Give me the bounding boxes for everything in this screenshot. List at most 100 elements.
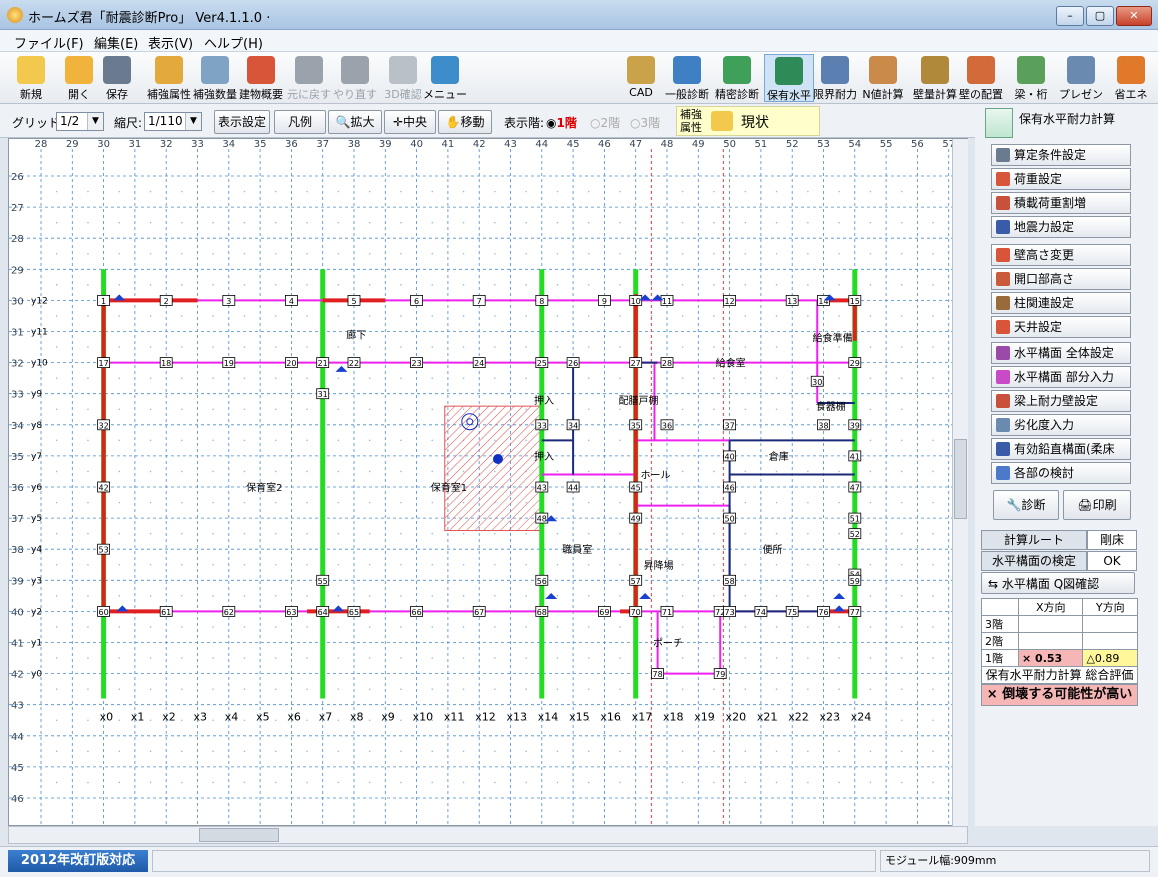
toolbar-button-cad[interactable]: CAD	[616, 54, 666, 102]
grid-dot	[556, 657, 559, 659]
toolbar-button-undo[interactable]: 元に戻す	[284, 54, 334, 102]
toolbar-button-general-diag[interactable]: 一般診断	[662, 54, 712, 102]
display-settings-button[interactable]: 表示設定	[214, 110, 270, 134]
grid-dot	[400, 657, 402, 659]
panel-button-10[interactable]: 水平構面 部分入力	[991, 366, 1131, 388]
grid-dot	[306, 657, 308, 659]
floor-2-radio[interactable]: ○2階	[590, 114, 620, 131]
vertical-scrollbar[interactable]	[952, 139, 968, 826]
grid-dot	[243, 439, 246, 442]
node-label: 26	[568, 359, 578, 368]
panel-item-icon	[996, 346, 1010, 360]
menu-view[interactable]: 表示(V)	[148, 33, 193, 52]
panel-button-8[interactable]: 天井設定	[991, 316, 1131, 338]
panel-button-5[interactable]: 壁高さ変更	[991, 244, 1131, 266]
horizontal-scrollbar[interactable]	[8, 826, 968, 844]
center-button[interactable]: ✛中央	[384, 110, 436, 134]
panel-button-11[interactable]: 梁上耐力壁設定	[991, 390, 1131, 412]
menu-file[interactable]: ファイル(F)	[14, 33, 84, 52]
toolbar-button-reinforce-attr[interactable]: 補強属性	[144, 54, 194, 102]
toolbar-button-beam[interactable]: 梁・桁	[1006, 54, 1056, 102]
grid-dot	[118, 315, 121, 317]
plan-canvas[interactable]: 28 29 30 31 32 33 34 35 36 37 38 39 40 41 42 43 44 45 46 47…	[8, 138, 968, 826]
grid-dot	[713, 657, 715, 659]
grid-dot	[306, 221, 308, 224]
toolbar-button-house[interactable]: 建物概要	[236, 54, 286, 102]
grid-top-number: 52	[786, 139, 799, 150]
floor-3-radio[interactable]: ○3階	[630, 114, 660, 131]
toolbar-button-save[interactable]: 保存	[92, 54, 142, 102]
scale-select[interactable]: 1/110 ▼	[144, 112, 202, 131]
maximize-button[interactable]: ▢	[1086, 6, 1114, 26]
room-label: 職員室	[562, 543, 592, 556]
toolbar-button-new[interactable]: 新規	[6, 54, 56, 102]
room-label: 食器棚	[816, 400, 846, 413]
panel-button-12[interactable]: 劣化度入力	[991, 414, 1131, 436]
diagnose-button[interactable]: 🔧診断	[993, 490, 1059, 520]
toolbar-button-presentation[interactable]: プレゼン	[1056, 54, 1106, 102]
grid-dot	[118, 252, 121, 255]
toolbar-button-calculator[interactable]: 補強数量	[190, 54, 240, 102]
q-diagram-button[interactable]: ⇆ 水平構面 Q図確認	[981, 572, 1135, 594]
grid-select[interactable]: 1/2 ▼	[56, 112, 104, 131]
grid-dot	[149, 595, 152, 597]
grid-dot	[838, 501, 840, 504]
grid-dot	[243, 688, 246, 690]
x-axis-label: x17	[632, 711, 653, 724]
toolbar-button-wall-layout[interactable]: 壁の配置	[956, 54, 1006, 102]
grid-dot	[274, 501, 277, 504]
toolbar-button-precise-diag[interactable]: 精密診断	[712, 54, 762, 102]
grid-dot	[337, 190, 340, 193]
room-label: 保育室1	[431, 481, 467, 494]
grid-dot	[869, 563, 872, 566]
grid-dot	[650, 315, 653, 317]
zoom-in-button[interactable]: 🔍拡大	[328, 110, 382, 134]
floor-1-radio[interactable]: ◉1階	[546, 114, 577, 131]
radio-selected-icon: ◉	[546, 116, 557, 130]
minimize-button[interactable]: –	[1056, 6, 1084, 26]
panel-button-6[interactable]: 開口部高さ	[991, 268, 1131, 290]
grid-dot	[87, 750, 89, 753]
close-button[interactable]: ✕	[1116, 6, 1152, 26]
menu-help[interactable]: ヘルプ(H)	[204, 33, 263, 52]
panel-button-1[interactable]: 算定条件設定	[991, 144, 1131, 166]
panel-button-9[interactable]: 水平構面 全体設定	[991, 342, 1131, 364]
toolbar-button-redo[interactable]: やり直す	[330, 54, 380, 102]
grid-dot	[337, 657, 340, 659]
toolbar-button-limit-strength[interactable]: 限界耐力	[810, 54, 860, 102]
grid-dot	[525, 563, 527, 566]
calculator-icon	[201, 56, 229, 84]
x-axis-label: x2	[162, 711, 176, 724]
reinforce-attr-box[interactable]: 補強属性 現状	[676, 106, 820, 136]
move-button[interactable]: ✋移動	[438, 110, 492, 134]
panel-button-2[interactable]: 荷重設定	[991, 168, 1131, 190]
grid-dot	[525, 190, 527, 193]
grid-dot	[713, 563, 715, 566]
panel-item-icon	[996, 220, 1010, 234]
grid-dot	[306, 750, 308, 753]
horizontal-scroll-thumb[interactable]	[199, 828, 279, 842]
panel-button-14[interactable]: 各部の検討	[991, 462, 1131, 484]
toolbar-button-menu-door[interactable]: メニュー	[420, 54, 470, 102]
floor-plan-svg[interactable]: 28 29 30 31 32 33 34 35 36 37 38 39 40 41 42 43 44 45 46 47…	[9, 139, 968, 826]
panel-button-13[interactable]: 有効鉛直構面(柔床用)	[991, 438, 1131, 476]
grid-dot	[932, 750, 934, 753]
print-button[interactable]: 🖨印刷	[1063, 490, 1131, 520]
grid-dot	[900, 781, 903, 784]
menu-edit[interactable]: 編集(E)	[94, 33, 138, 52]
grid-dot	[900, 252, 903, 255]
grid-top-number: 36	[285, 139, 298, 150]
x-axis-label: x16	[600, 711, 621, 724]
toolbar-button-energy[interactable]: 省エネ	[1106, 54, 1156, 102]
vertical-scroll-thumb[interactable]	[954, 439, 967, 519]
panel-button-4[interactable]: 地震力設定	[991, 216, 1131, 238]
toolbar-button-horizontal-capacity[interactable]: 保有水平	[764, 54, 814, 102]
legend-button[interactable]: 凡例	[274, 110, 326, 134]
grid-dot	[181, 595, 183, 597]
grid-dot	[400, 408, 402, 411]
toolbar-button-wall-amount[interactable]: 壁量計算	[910, 54, 960, 102]
grid-top-number: 30	[97, 139, 110, 150]
panel-button-3[interactable]: 積載荷重割増	[991, 192, 1131, 214]
toolbar-button-n-value[interactable]: N値計算	[858, 54, 908, 102]
panel-button-7[interactable]: 柱関連設定	[991, 292, 1131, 314]
